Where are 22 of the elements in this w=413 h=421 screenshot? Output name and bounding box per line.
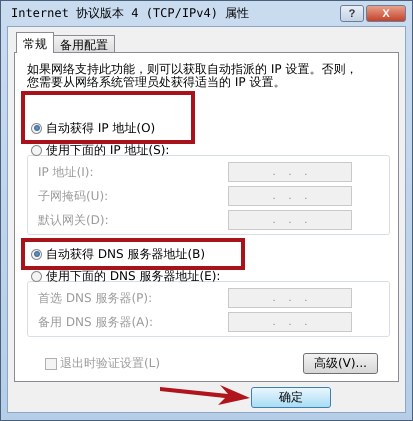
radio-button[interactable] [31,248,42,260]
tab[interactable]: 常规 [16,32,54,53]
radio-button[interactable] [31,270,42,282]
field-label: 备用 DNS 服务器(A): [38,314,154,330]
field-label: 首选 DNS 服务器(P): [38,290,152,306]
radio-label: 使用下面的 DNS 服务器地址(E): [46,268,220,284]
field-label: 默认网关(D): [38,212,109,228]
description-text: 如果网络支持此功能，则可以获取自动指派的 IP 设置。否则，您需要从网络系统管理员处获得适当的 IP 设置。 [27,63,358,89]
help-button[interactable]: ? [340,5,364,22]
field-label: 子网掩码(U): [38,188,108,204]
tab[interactable]: 备用配置 [53,35,115,52]
radio-button[interactable] [31,144,42,156]
radio-button[interactable] [31,122,42,134]
checkbox-label: 退出时验证设置(L) [60,355,160,372]
radio-label: 自动获得 IP 地址(O) [46,120,156,136]
radio-label: 使用下面的 IP 地址(S): [46,142,170,158]
window-title: Internet 协议版本 4 (TCP/IPv4) 属性 [10,5,250,22]
ok-button[interactable]: 确定 [251,386,331,408]
radio-label: 自动获得 DNS 服务器地址(B) [46,246,206,262]
close-button[interactable]: X [366,5,406,22]
field-label: IP 地址(I): [38,164,94,180]
advanced-button[interactable]: 高级(V)... [302,353,378,374]
